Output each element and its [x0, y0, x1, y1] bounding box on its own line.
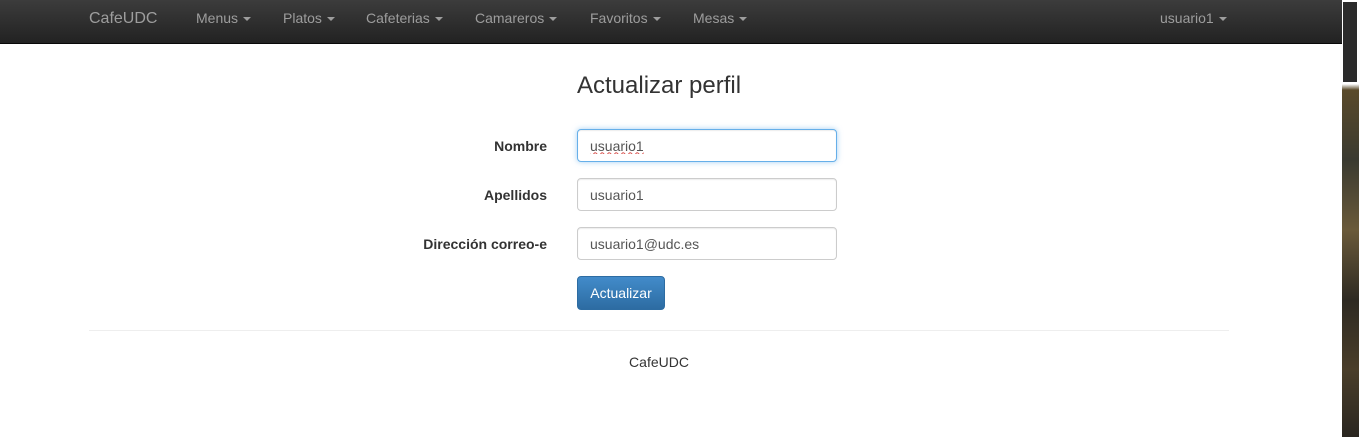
nav-menu-camareros[interactable]: Camareros	[475, 0, 558, 37]
caret-down-icon	[549, 17, 558, 22]
caret-down-icon	[739, 17, 748, 22]
nav-menu-favoritos[interactable]: Favoritos	[590, 0, 661, 37]
nav-menu-cafeterias[interactable]: Cafeterias	[366, 0, 443, 37]
nav-menu-label: Mesas	[693, 10, 735, 26]
scrollbar-thumb[interactable]	[1343, 2, 1357, 82]
apellidos-label: Apellidos	[483, 187, 547, 203]
scrollbar[interactable]	[1342, 0, 1359, 84]
nav-menu-menus[interactable]: Menus	[196, 0, 252, 37]
nombre-input[interactable]	[577, 129, 837, 162]
footer-text: CafeUDC	[629, 354, 689, 370]
nav-menu-label: Menus	[196, 10, 239, 26]
apellidos-input[interactable]	[577, 178, 837, 211]
user-menu[interactable]: usuario1	[1160, 0, 1227, 37]
email-input[interactable]	[577, 227, 837, 260]
caret-down-icon	[243, 17, 252, 22]
nav-menu-label: Camareros	[475, 10, 545, 26]
actualizar-button[interactable]: Actualizar	[577, 276, 665, 310]
page: CafeUDC Menus Platos Cafeterias Camarero…	[0, 0, 1359, 437]
nav-menu-label: Favoritos	[590, 10, 648, 26]
caret-down-icon	[326, 17, 335, 22]
caret-down-icon	[652, 17, 661, 22]
nombre-label: Nombre	[494, 138, 547, 154]
top-navbar: CafeUDC Menus Platos Cafeterias Camarero…	[0, 0, 1342, 44]
nav-menu-platos[interactable]: Platos	[283, 0, 335, 37]
nav-menu-mesas[interactable]: Mesas	[693, 0, 748, 37]
footer-divider	[89, 330, 1229, 331]
brand-link[interactable]: CafeUDC	[89, 0, 157, 37]
user-menu-label: usuario1	[1160, 10, 1214, 26]
nav-menu-label: Platos	[283, 10, 322, 26]
email-label: Dirección correo-e	[423, 236, 547, 252]
page-title: Actualizar perfil	[577, 72, 742, 99]
caret-down-icon	[434, 17, 443, 22]
nav-menu-label: Cafeterias	[366, 10, 430, 26]
caret-down-icon	[1218, 17, 1227, 22]
